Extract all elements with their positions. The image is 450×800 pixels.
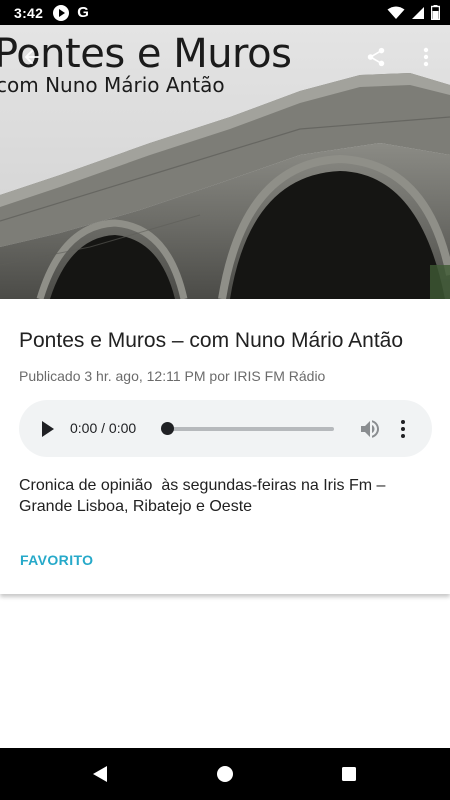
back-button[interactable]	[14, 39, 50, 75]
audio-player: 0:00 / 0:00	[19, 400, 432, 457]
play-circle-icon	[53, 4, 70, 21]
share-button[interactable]	[358, 39, 394, 75]
hero-subtitle: com Nuno Mário Antão	[0, 73, 225, 97]
nav-home-button[interactable]	[213, 762, 237, 786]
status-notification-icons: G	[53, 4, 89, 21]
home-circle-icon	[217, 766, 233, 782]
arrow-back-icon	[24, 49, 40, 65]
post-card: Pontes e Muros – com Nuno Mário Antão Pu…	[0, 299, 450, 594]
google-g-icon: G	[77, 4, 89, 21]
post-description: Cronica de opinião às segundas-feiras na…	[19, 477, 390, 515]
share-icon	[367, 47, 385, 67]
screen: 3:42 G Pontes e Muros com Nuno Mário Ant…	[0, 0, 450, 800]
recents-square-icon	[342, 767, 356, 781]
back-triangle-icon	[93, 766, 107, 782]
post-meta: Publicado 3 hr. ago, 12:11 PM por IRIS F…	[19, 368, 326, 384]
play-icon[interactable]	[41, 420, 55, 438]
wifi-icon	[387, 6, 405, 19]
navigation-bar	[0, 748, 450, 800]
more-options-button[interactable]	[408, 39, 444, 75]
nav-back-button[interactable]	[88, 762, 112, 786]
hero-image: Pontes e Muros com Nuno Mário Antão	[0, 25, 450, 299]
status-time: 3:42	[14, 4, 44, 21]
favorite-button[interactable]: FAVORITO	[20, 552, 93, 568]
status-system-icons	[387, 5, 440, 20]
audio-more-icon[interactable]	[395, 417, 411, 441]
status-bar: 3:42 G	[0, 0, 450, 25]
cell-signal-icon	[412, 6, 424, 19]
more-vert-icon	[423, 47, 429, 67]
audio-time: 0:00 / 0:00	[70, 420, 137, 436]
audio-seek-thumb[interactable]	[161, 422, 174, 435]
nav-recents-button[interactable]	[337, 762, 361, 786]
battery-icon	[431, 5, 440, 20]
volume-icon[interactable]	[358, 417, 382, 441]
audio-seek-track[interactable]	[167, 427, 334, 431]
post-title: Pontes e Muros – com Nuno Mário Antão	[19, 329, 404, 352]
